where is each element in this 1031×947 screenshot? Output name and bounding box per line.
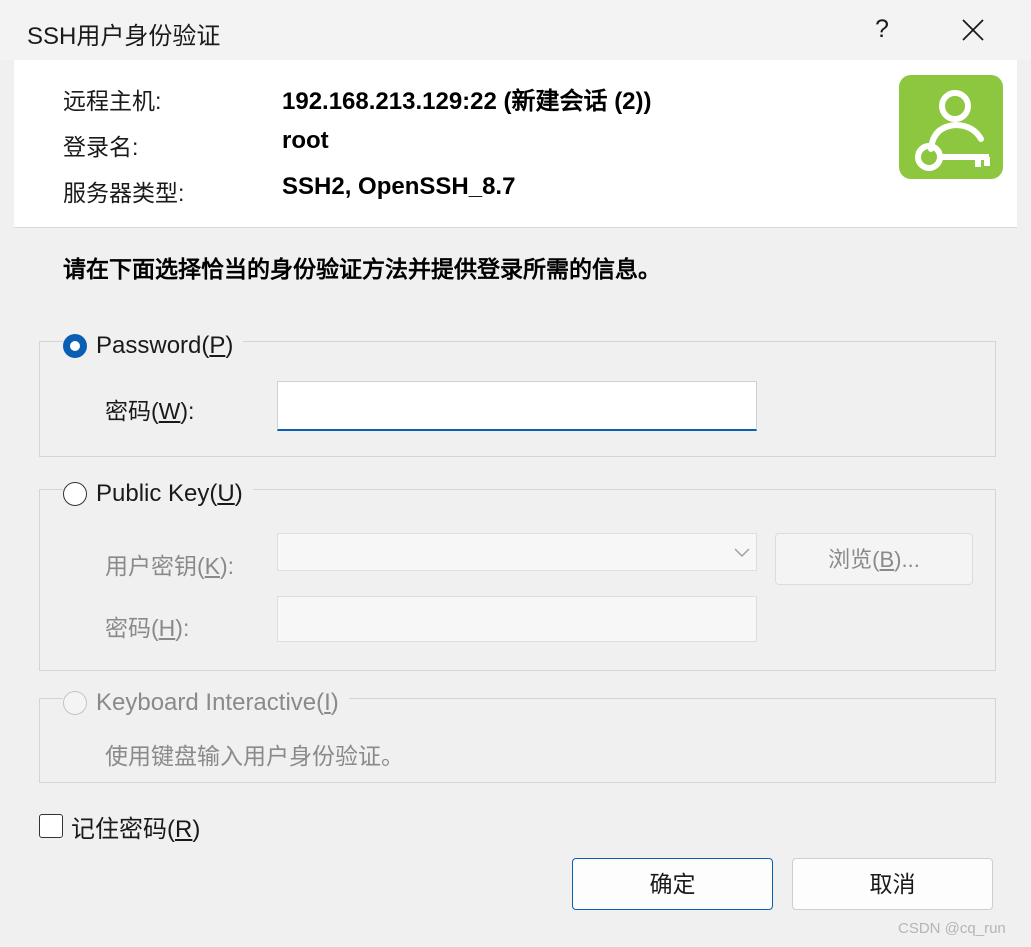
remember-password-checkbox-box[interactable] [39, 814, 63, 838]
title-bar: SSH用户身份验证 ? [0, 0, 1031, 60]
password-input[interactable] [277, 381, 757, 431]
instruction-text: 请在下面选择恰当的身份验证方法并提供登录所需的信息。 [63, 256, 661, 282]
browse-button[interactable]: 浏览(B)... [775, 533, 973, 585]
remote-host-label: 远程主机: [63, 88, 162, 114]
remote-host-value: 192.168.213.129:22 (新建会话 (2)) [282, 88, 652, 115]
close-button[interactable] [946, 6, 998, 52]
user-key-icon [915, 90, 990, 171]
remember-password-checkbox[interactable]: 记住密码(R) [39, 810, 201, 843]
keyboard-interactive-radio[interactable]: Keyboard Interactive(I) [63, 686, 349, 720]
keyboard-interactive-radio-label: Keyboard Interactive(I) [96, 689, 339, 716]
password-field-label: 密码(W): [105, 398, 195, 424]
keyboard-interactive-description: 使用键盘输入用户身份验证。 [105, 743, 404, 769]
keyboard-interactive-radio-button[interactable] [63, 691, 87, 715]
server-type-value: SSH2, OpenSSH_8.7 [282, 173, 516, 200]
window-title: SSH用户身份验证 [27, 23, 221, 50]
cancel-button[interactable]: 取消 [792, 858, 993, 910]
password-radio-button[interactable] [63, 334, 87, 358]
public-key-radio-button[interactable] [63, 482, 87, 506]
help-button[interactable]: ? [860, 6, 904, 52]
public-key-radio[interactable]: Public Key(U) [63, 477, 253, 511]
watermark: CSDN @cq_run [898, 920, 1006, 937]
public-key-radio-label: Public Key(U) [96, 480, 243, 507]
login-name-label: 登录名: [63, 134, 139, 160]
password-radio[interactable]: Password(P) [63, 329, 244, 363]
close-icon [962, 19, 984, 41]
user-key-label: 用户密钥(K): [105, 553, 235, 579]
server-type-label: 服务器类型: [63, 180, 185, 206]
chevron-down-icon [734, 548, 750, 558]
ssh-auth-dialog: SSH用户身份验证 ? 远程主机: 192.168.213.129:22 (新建… [0, 0, 1031, 947]
user-key-select[interactable] [277, 533, 757, 571]
password-radio-label: Password(P) [96, 332, 234, 359]
user-key-logo [899, 75, 1003, 179]
remember-password-label: 记住密码(R) [71, 815, 201, 843]
login-name-value: root [282, 127, 329, 154]
session-info-header: 远程主机: 192.168.213.129:22 (新建会话 (2)) 登录名:… [14, 60, 1017, 228]
passphrase-input[interactable] [277, 596, 757, 642]
ok-button[interactable]: 确定 [572, 858, 773, 910]
passphrase-label: 密码(H): [105, 615, 190, 641]
